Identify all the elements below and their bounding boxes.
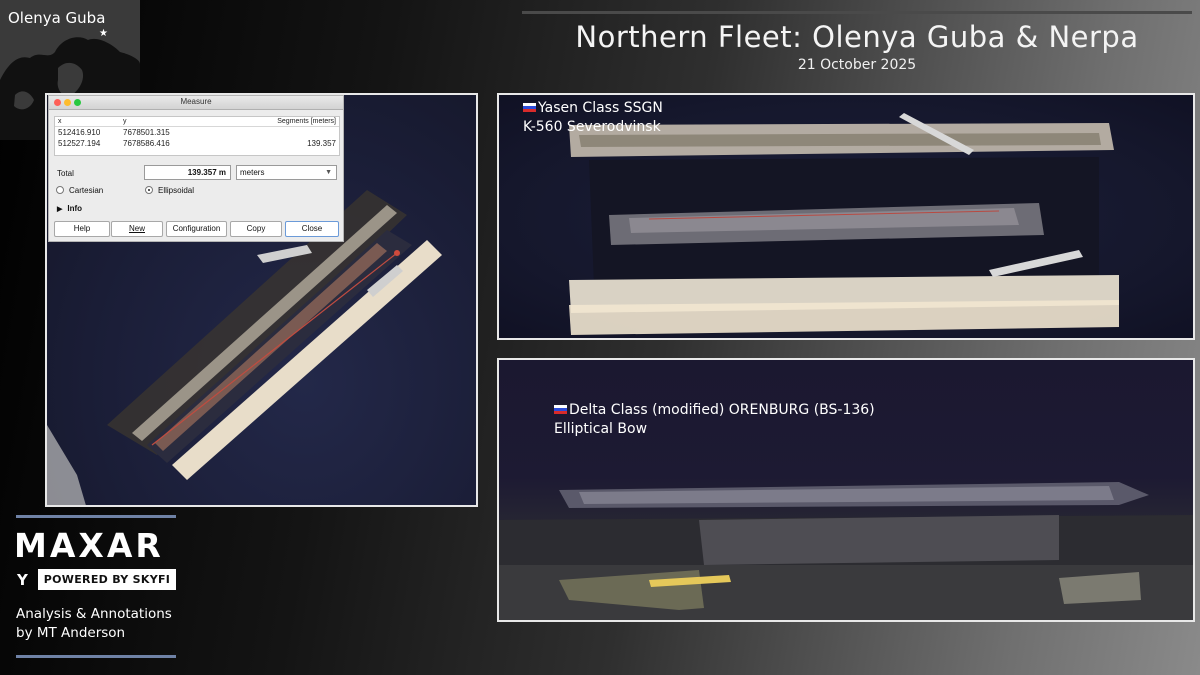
orenburg-label: Delta Class (modified) ORENBURG (BS-136)… [554,401,875,439]
credit-line-1: Analysis & Annotations [16,606,172,622]
satellite-image-orenburg: Delta Class (modified) ORENBURG (BS-136)… [497,358,1195,622]
yasen-label-line1: Yasen Class SSGN [538,100,663,116]
radio-cartesian-label: Cartesian [69,186,104,195]
configuration-button[interactable]: Configuration [166,221,227,237]
radio-selected-icon [145,186,153,194]
close-button[interactable]: Close [285,221,339,237]
skyfi-logo-icon: Y [17,571,28,589]
dialog-titlebar[interactable]: Measure [49,96,343,110]
new-button[interactable]: New [111,221,163,237]
table-row-2-x: 512527.194 [58,139,101,148]
page-date: 21 October 2025 [797,57,917,73]
help-button[interactable]: Help [54,221,110,237]
unit-select-value: meters [240,168,265,177]
dialog-title: Measure [180,97,212,106]
orenburg-label-line1: Delta Class (modified) ORENBURG (BS-136) [569,402,875,418]
yasen-label: Yasen Class SSGN K-560 Severodvinsk [523,99,663,137]
total-value-field[interactable]: 139.357 m [144,165,231,180]
total-label: Total [57,169,74,178]
page-title: Northern Fleet: Olenya Guba & Nerpa [575,20,1139,54]
radio-ellipsoidal[interactable]: Ellipsoidal [145,186,194,196]
russian-flag-icon [554,405,567,414]
branding-rule-top [16,515,176,518]
chevron-down-icon: ▼ [325,169,332,176]
header-rule [522,11,1192,14]
column-header-x: x [58,118,62,125]
powered-by-skyfi-badge: POWERED BY SKYFI [38,569,176,590]
column-header-y: y [123,118,127,125]
column-header-segments: Segments [meters] [277,118,336,125]
info-disclosure[interactable]: ▶ Info [57,204,82,213]
disclosure-triangle-icon: ▶ [57,206,63,213]
russian-flag-icon [523,103,536,112]
unit-select[interactable]: meters ▼ [236,165,337,180]
radio-ellipsoidal-label: Ellipsoidal [158,186,195,195]
location-star-icon: ★ [99,28,108,39]
satellite-image-severodvinsk: Yasen Class SSGN K-560 Severodvinsk [497,93,1195,340]
orenburg-image [499,482,1193,620]
table-row-1-x: 512416.910 [58,128,101,137]
measure-dialog: Measure x y Segments [meters] 512416.910… [48,95,344,242]
branding-rule-bottom [16,655,176,658]
locator-label: Olenya Guba [8,9,106,27]
radio-unselected-icon [56,186,64,194]
measure-table: x y Segments [meters] 512416.910 7678501… [54,116,340,156]
table-row-1-y: 7678501.315 [123,128,170,137]
radio-cartesian[interactable]: Cartesian [56,186,103,196]
table-row-2-segment: 139.357 [307,139,336,148]
table-row-2-y: 7678586.416 [123,139,170,148]
orenburg-label-line2: Elliptical Bow [554,421,648,437]
maxar-logo: MAXAR [14,526,164,565]
info-label: Info [67,204,83,213]
credit-line-2: by MT Anderson [16,625,126,641]
copy-button[interactable]: Copy [230,221,282,237]
yasen-label-line2: K-560 Severodvinsk [523,119,661,135]
